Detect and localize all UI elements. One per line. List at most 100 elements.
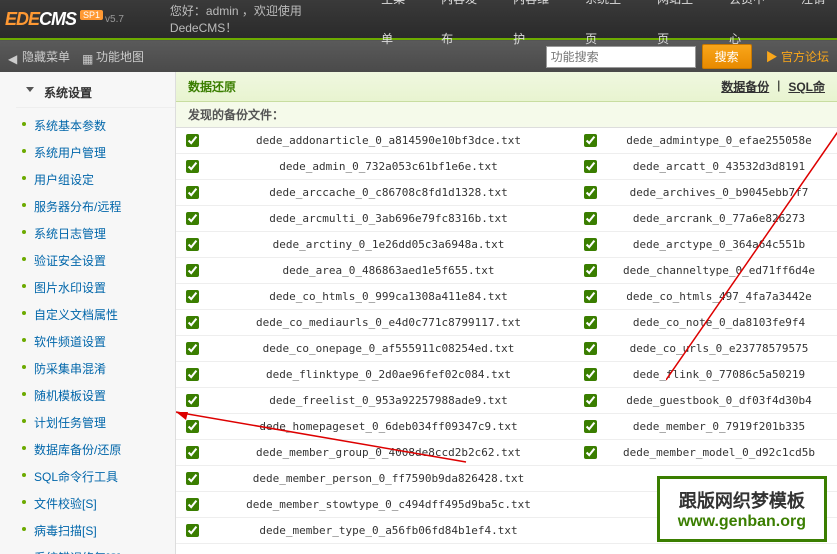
table-row: dede_co_htmls_0_999ca1308a411e84.txt dede… xyxy=(176,284,837,310)
sidebar: 系统设置 系统基本参数系统用户管理用户组设定服务器分布/远程系统日志管理验证安全… xyxy=(0,72,176,554)
sidebar-item[interactable]: 计划任务管理 xyxy=(16,409,175,436)
sidebar-item[interactable]: 病毒扫描[S] xyxy=(16,517,175,544)
file-checkbox[interactable] xyxy=(186,524,199,537)
file-name: dede_co_note_0_da8103fe9f4 xyxy=(611,316,827,329)
sidebar-item[interactable]: 验证安全设置 xyxy=(16,247,175,274)
file-name: dede_member_model_0_d92c1cd5b xyxy=(611,446,827,459)
sidebar-item[interactable]: 图片水印设置 xyxy=(16,274,175,301)
sidebar-item[interactable]: 系统错误修复[S] xyxy=(16,544,175,554)
table-row: dede_co_onepage_0_af555911c08254ed.txt de… xyxy=(176,336,837,362)
file-name: dede_co_onepage_0_af555911c08254ed.txt xyxy=(213,342,564,355)
table-row: dede_member_group_0_4008de8ccd2b2c62.txt… xyxy=(176,440,837,466)
table-row: dede_area_0_486863aed1e5f655.txt dede_cha… xyxy=(176,258,837,284)
content-area: 数据还原 数据备份 | SQL命 发现的备份文件： dede_addonarti… xyxy=(176,72,837,554)
content-subtitle: 发现的备份文件： xyxy=(176,102,837,128)
file-checkbox[interactable] xyxy=(186,368,199,381)
file-checkbox[interactable] xyxy=(584,420,597,433)
file-name: dede_arctiny_0_1e26dd05c3a6948a.txt xyxy=(213,238,564,251)
file-checkbox[interactable] xyxy=(186,394,199,407)
file-checkbox[interactable] xyxy=(186,342,199,355)
file-name: dede_co_urls_0_e23778579575 xyxy=(611,342,827,355)
file-checkbox[interactable] xyxy=(584,342,597,355)
file-checkbox[interactable] xyxy=(186,134,199,147)
file-checkbox[interactable] xyxy=(186,186,199,199)
logo: EDECMS SP1 v5.7 xyxy=(0,0,150,39)
file-name: dede_flinktype_0_2d0ae96fef02c084.txt xyxy=(213,368,564,381)
file-name: dede_freelist_0_953a92257988ade9.txt xyxy=(213,394,564,407)
sidebar-item[interactable]: 系统基本参数 xyxy=(16,112,175,139)
file-checkbox[interactable] xyxy=(584,186,597,199)
sidebar-item[interactable]: 文件校验[S] xyxy=(16,490,175,517)
file-name: dede_flink_0_77086c5a50219 xyxy=(611,368,827,381)
file-checkbox[interactable] xyxy=(584,394,597,407)
file-checkbox[interactable] xyxy=(186,316,199,329)
file-name: dede_co_mediaurls_0_e4d0c771c8799117.txt xyxy=(213,316,564,329)
collapse-icon: ◀ xyxy=(8,52,20,64)
nav-publish[interactable]: 内容发布 xyxy=(429,0,501,59)
sidebar-item[interactable]: 防采集串混淆 xyxy=(16,355,175,382)
file-name: dede_co_htmls_0_999ca1308a411e84.txt xyxy=(213,290,564,303)
watermark: 跟版网织梦模板 www.genban.org xyxy=(657,476,827,542)
page-title: 数据还原 xyxy=(188,78,236,95)
file-checkbox[interactable] xyxy=(186,238,199,251)
file-checkbox[interactable] xyxy=(584,446,597,459)
file-name: dede_channeltype_0_ed71ff6d4e xyxy=(611,264,827,277)
search-input[interactable] xyxy=(546,46,696,68)
link-backup[interactable]: 数据备份 xyxy=(721,78,769,95)
sidebar-item[interactable]: 系统用户管理 xyxy=(16,139,175,166)
content-title-bar: 数据还原 数据备份 | SQL命 xyxy=(176,72,837,102)
file-checkbox[interactable] xyxy=(186,498,199,511)
file-checkbox[interactable] xyxy=(584,160,597,173)
file-name: dede_member_type_0_a56fb06fd84b1ef4.txt xyxy=(213,524,564,537)
search-button[interactable]: 搜索 xyxy=(702,44,752,69)
file-name: dede_area_0_486863aed1e5f655.txt xyxy=(213,264,564,277)
link-sql[interactable]: SQL命 xyxy=(788,78,825,95)
sitemap-link[interactable]: ▦功能地图 xyxy=(82,48,144,65)
file-name: dede_arcatt_0_43532d3d8191 xyxy=(611,160,827,173)
file-checkbox[interactable] xyxy=(584,264,597,277)
sidebar-item[interactable]: 自定义文档属性 xyxy=(16,301,175,328)
table-row: dede_arctiny_0_1e26dd05c3a6948a.txtdede_… xyxy=(176,232,837,258)
sidebar-item[interactable]: 数据库备份/还原 xyxy=(16,436,175,463)
file-checkbox[interactable] xyxy=(584,212,597,225)
table-row: dede_admin_0_732a053c61bf1e6e.txtdede_ar… xyxy=(176,154,837,180)
file-name: dede_arccache_0_c86708c8fd1d1328.txt xyxy=(213,186,564,199)
file-name: dede_arcrank_0_77a6e826273 xyxy=(611,212,827,225)
sidebar-item[interactable]: SQL命令行工具 xyxy=(16,463,175,490)
file-checkbox[interactable] xyxy=(584,316,597,329)
file-name: dede_arcmulti_0_3ab696e79fc8316b.txt xyxy=(213,212,564,225)
file-checkbox[interactable] xyxy=(584,134,597,147)
file-checkbox[interactable] xyxy=(186,212,199,225)
table-row: dede_homepageset_0_6deb034ff09347c9.txt d… xyxy=(176,414,837,440)
hide-menu-link[interactable]: ◀隐藏菜单 xyxy=(8,48,70,65)
file-checkbox[interactable] xyxy=(186,160,199,173)
file-checkbox[interactable] xyxy=(584,368,597,381)
sidebar-item[interactable]: 软件频道设置 xyxy=(16,328,175,355)
file-name: dede_member_group_0_4008de8ccd2b2c62.txt xyxy=(213,446,564,459)
file-name: dede_member_0_7919f201b335 xyxy=(611,420,827,433)
file-name: dede_archives_0_b9045ebb7f7 xyxy=(611,186,827,199)
sidebar-item[interactable]: 用户组设定 xyxy=(16,166,175,193)
file-checkbox[interactable] xyxy=(186,472,199,485)
file-name: dede_admintype_0_efae255058e xyxy=(611,134,827,147)
table-row: dede_flinktype_0_2d0ae96fef02c084.txt ded… xyxy=(176,362,837,388)
file-name: dede_member_person_0_ff7590b9da826428.tx… xyxy=(213,472,564,485)
table-row: dede_co_mediaurls_0_e4d0c771c8799117.txt… xyxy=(176,310,837,336)
sidebar-item[interactable]: 服务器分布/远程 xyxy=(16,193,175,220)
file-checkbox[interactable] xyxy=(186,290,199,303)
file-checkbox[interactable] xyxy=(584,290,597,303)
file-checkbox[interactable] xyxy=(186,420,199,433)
file-checkbox[interactable] xyxy=(186,264,199,277)
sidebar-item[interactable]: 系统日志管理 xyxy=(16,220,175,247)
sidebar-group-system[interactable]: 系统设置 xyxy=(16,78,175,108)
file-name: dede_co_htmls_497_4fa7a3442e xyxy=(611,290,827,303)
forum-link[interactable]: ▶ 官方论坛 xyxy=(766,48,829,65)
sidebar-item[interactable]: 随机模板设置 xyxy=(16,382,175,409)
file-name: dede_homepageset_0_6deb034ff09347c9.txt xyxy=(213,420,564,433)
sitemap-icon: ▦ xyxy=(82,52,94,64)
file-name: dede_addonarticle_0_a814590e10bf3dce.txt xyxy=(213,134,564,147)
file-checkbox[interactable] xyxy=(584,238,597,251)
nav-mainmenu[interactable]: 主菜单 xyxy=(369,0,429,59)
table-row: dede_arcmulti_0_3ab696e79fc8316b.txt dede… xyxy=(176,206,837,232)
file-checkbox[interactable] xyxy=(186,446,199,459)
